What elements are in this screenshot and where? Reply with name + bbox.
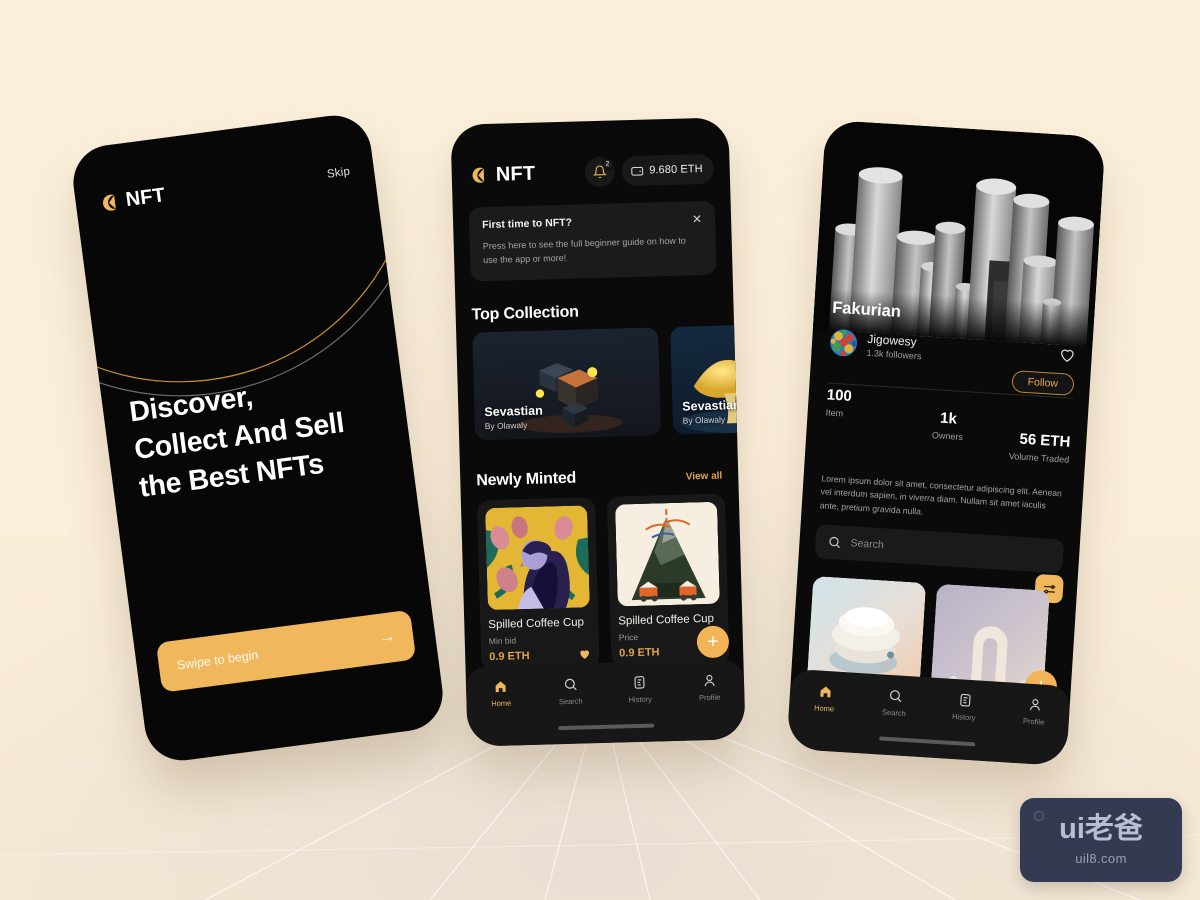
nav-label: History [628,694,653,705]
watermark-url: uil8.com [1075,850,1127,866]
collection-card[interactable]: Sevastian By Olawaly [472,327,662,441]
stat-value: 100 [826,386,853,405]
section-title: Newly Minted [476,469,577,490]
search-icon [564,678,577,691]
banner-body: Press here to see the full beginner guid… [482,235,686,265]
app-logo: NFT [469,162,536,187]
skip-button[interactable]: Skip [326,165,351,180]
search-icon [889,690,901,703]
favorite-button[interactable] [1058,345,1076,368]
newly-minted-header: Newly Minted View all [476,466,722,491]
home-icon [495,681,506,693]
wallet-amount: 9.680 ETH [649,162,703,177]
nav-label: Home [813,703,835,714]
nav-item-search[interactable]: Search [535,676,605,707]
view-all-button[interactable]: View all [686,471,723,483]
creator-name: Jigowesy [866,331,918,349]
home-indicator [879,736,976,747]
nav-item-history[interactable]: History [605,674,675,705]
phone-home: NFT 2 9.680 ETH First time to NFT? ✕ Pre… [450,117,746,747]
profile-icon [1029,699,1040,711]
profile-icon [704,674,715,687]
home-icon [819,686,831,698]
follow-button[interactable]: Follow [1010,370,1075,396]
collection-stats: 100 Item 1k Owners 56 ETH Volume Traded [823,386,1072,464]
stat-label: Volume Traded [1008,450,1070,465]
nft-thumbnail [615,501,720,607]
nav-item-profile[interactable]: Profile [674,672,744,703]
collection-author: By Olawaly [682,414,726,426]
avatar [829,329,858,358]
beginner-guide-banner[interactable]: First time to NFT? ✕ Press here to see t… [468,200,717,282]
nav-label: Profile [698,692,721,703]
nft-artwork-mountain [615,501,720,607]
swipe-label: Swipe to begin [176,647,260,673]
search-bar[interactable]: Search [814,524,1065,574]
nft-price: 0.9 ETH [489,649,530,663]
collection-card[interactable]: Sevastian By Olawaly [670,321,746,435]
stat-label: Owners [931,430,964,443]
wallet-balance-button[interactable]: 9.680 ETH [620,153,715,187]
search-placeholder: Search [850,537,885,552]
watermark-badge: ui老爸 uil8.com [1020,798,1182,882]
collection-name: Sevastian [484,403,543,420]
top-collection-carousel[interactable]: Sevastian By Olawaly Sevastian By Olawal… [472,321,746,441]
wallet-icon [630,166,643,176]
circle-icon [1034,811,1044,821]
nft-name: Spilled Coffee Cup [618,612,715,628]
search-icon [829,536,840,549]
nft-artwork-woman-tulips [485,505,590,611]
section-title: Top Collection [471,303,580,324]
nft-thumbnail [485,505,590,611]
arrow-right-icon: → [378,627,397,647]
nft-price: 0.9 ETH [619,645,660,659]
bottom-navigation[interactable]: Home Search History Profile [465,659,746,747]
stat-volume: 56 ETH Volume Traded [987,397,1073,465]
stat-label: Item [825,407,844,419]
stat-owners: 1k Owners [905,392,991,460]
close-icon[interactable]: ✕ [692,212,702,226]
nav-item-home[interactable]: Home [789,682,861,715]
nav-label: Search [558,696,583,707]
home-indicator [558,723,655,731]
history-icon [959,693,971,707]
phone2-topbar: NFT 2 9.680 ETH [469,153,715,191]
nft-price-label: Min bid [488,635,517,647]
swipe-to-begin-button[interactable]: Swipe to begin → [155,609,417,693]
banner-title: First time to NFT? [482,216,573,232]
crescent-logo-icon [99,193,118,212]
notification-badge: 2 [601,158,614,170]
watermark-title: ui老爸 [1059,812,1143,845]
notifications-button[interactable]: 2 [583,156,615,188]
stat-item: 100 Item [823,386,909,454]
nft-name: Spilled Coffee Cup [488,616,585,632]
heart-icon-filled[interactable] [578,647,591,660]
heart-icon [1061,349,1074,362]
app-logo-text: NFT [495,162,536,186]
collection-author: By Olawaly [484,419,528,432]
nav-label: Home [491,698,512,709]
nav-item-search[interactable]: Search [859,686,931,719]
crescent-logo-icon [470,167,487,184]
canvas: NFT Skip Discover, Collect And Sell the … [0,0,1200,900]
nav-item-profile[interactable]: Profile [998,695,1070,728]
stat-value: 1k [939,409,958,428]
collection-description: Lorem ipsum dolor sit amet, consectetur … [819,473,1063,517]
nft-card[interactable]: Spilled Coffee Cup Min bid 0.9 ETH [476,497,600,672]
nav-item-history[interactable]: History [929,691,1001,724]
collection-name: Sevastian [682,398,741,414]
history-icon [634,676,645,689]
nav-label: Profile [1022,716,1045,727]
top-collection-header: Top Collection [471,300,717,325]
phone-collection-detail: Fakurian Jigowesy 1.3k followers Follow … [786,119,1106,767]
creator-followers: 1.3k followers [866,347,922,361]
nav-item-home[interactable]: Home [466,678,536,709]
nav-label: Search [881,707,907,719]
nav-label: History [951,711,976,723]
stat-value: 56 ETH [1018,430,1071,451]
